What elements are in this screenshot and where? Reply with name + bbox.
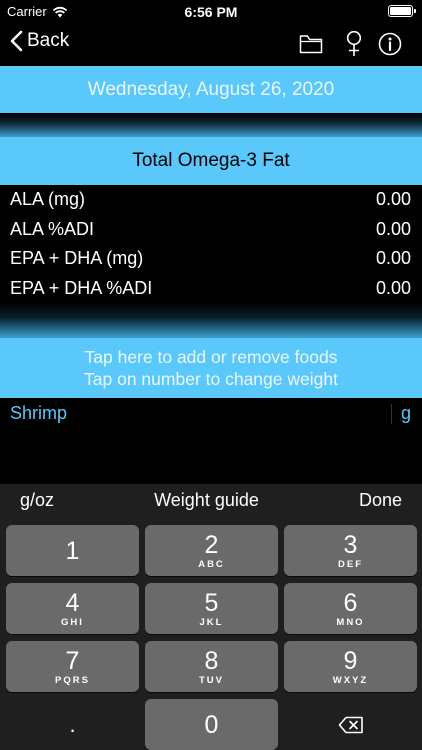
key-digit: 1 (65, 536, 80, 565)
hint-line-2: Tap on number to change weight (84, 369, 338, 389)
key-4[interactable]: 4 GHI (6, 583, 139, 634)
keypad-grid: 1 2 ABC 3 DEF 4 GHI 5 JKL 6 MNO 7 PQRS 8 TUV 9W… (6, 525, 417, 750)
section-title: Total Omega-3 Fat (0, 137, 422, 185)
chevron-left-icon (10, 30, 23, 52)
weight-guide-button[interactable]: Weight guide (154, 490, 259, 511)
key-digit: 8 (204, 646, 219, 675)
key-digit: 2 (204, 530, 219, 559)
key-3[interactable]: 3 DEF (284, 525, 417, 576)
numeric-keypad: g/oz Weight guide Done 1 2 ABC 3 DEF 4 GHI … (0, 484, 422, 750)
nutrient-row: EPA + DHA %ADI 0.00 (0, 274, 422, 304)
food-row[interactable]: Shrimp g (0, 398, 422, 428)
key-digit: 3 (343, 530, 358, 559)
nutrient-value: 0.00 (375, 189, 411, 210)
key-7[interactable]: 7 PQRS (6, 641, 139, 692)
key-digit: 5 (204, 588, 219, 617)
back-label: Back (27, 30, 70, 51)
nutrient-label: ALA (mg) (10, 189, 86, 210)
nutrient-value: 0.00 (375, 218, 411, 239)
key-digit: 0 (204, 710, 219, 739)
female-symbol-icon[interactable] (345, 30, 363, 58)
nutrient-row: ALA %ADI 0.00 (0, 215, 422, 245)
status-time: 6:56 PM (184, 4, 238, 20)
key-6[interactable]: 6 MNO (284, 583, 417, 634)
info-icon[interactable] (378, 32, 402, 56)
key-digit: 4 (65, 588, 80, 617)
food-name: Shrimp (10, 402, 68, 423)
nutrient-row: ALA (mg) 0.00 (0, 185, 422, 215)
date-banner[interactable]: Wednesday, August 26, 2020 (0, 66, 422, 113)
backspace-icon (338, 716, 363, 733)
key-digit: 6 (343, 588, 358, 617)
key-9[interactable]: 9 WXYZ (284, 641, 417, 692)
key-letters: TUV (199, 674, 224, 686)
gradient-divider (0, 303, 422, 339)
nutrient-value: 0.00 (375, 277, 411, 298)
key-letters: ABC (198, 558, 225, 570)
back-button[interactable]: Back (10, 30, 69, 52)
key-digit: . (69, 711, 76, 737)
folder-icon[interactable] (299, 34, 323, 54)
key-digit: 9 (343, 646, 358, 675)
status-bar: Carrier 6:56 PM (0, 0, 422, 22)
weight-unit-field[interactable]: g (401, 403, 411, 424)
key-letters: MNO (336, 616, 365, 628)
add-remove-foods-button[interactable]: Tap here to add or remove foods Tap on n… (0, 338, 422, 398)
key-letters: PQRS (55, 674, 90, 686)
key-decimal[interactable]: . (6, 699, 139, 750)
key-letters: DEF (338, 558, 363, 570)
nutrient-label: ALA %ADI (10, 218, 95, 239)
nutrient-label: EPA + DHA %ADI (10, 277, 153, 298)
unit-toggle-button[interactable]: g/oz (20, 490, 54, 511)
key-0[interactable]: 0 (145, 699, 278, 750)
keypad-toolbar: g/oz Weight guide Done (0, 484, 422, 516)
nutrient-list: ALA (mg) 0.00 ALA %ADI 0.00 EPA + DHA (m… (0, 185, 422, 303)
navigation-bar: Back (0, 22, 422, 66)
hint-line-1: Tap here to add or remove foods (84, 347, 338, 367)
nutrient-label: EPA + DHA (mg) (10, 248, 144, 269)
key-1[interactable]: 1 (6, 525, 139, 576)
key-2[interactable]: 2 ABC (145, 525, 278, 576)
nutrient-value: 0.00 (375, 248, 411, 269)
battery-icon (388, 5, 416, 17)
key-letters: WXYZ (332, 674, 369, 686)
key-letters: JKL (199, 616, 224, 628)
key-letters: GHI (61, 616, 84, 628)
key-digit: 7 (65, 646, 80, 675)
gradient-divider (0, 113, 422, 138)
key-8[interactable]: 8 TUV (145, 641, 278, 692)
cursor-divider (391, 404, 392, 424)
delete-button[interactable] (284, 699, 417, 750)
key-5[interactable]: 5 JKL (145, 583, 278, 634)
nutrient-row: EPA + DHA (mg) 0.00 (0, 244, 422, 274)
done-button[interactable]: Done (359, 490, 402, 511)
